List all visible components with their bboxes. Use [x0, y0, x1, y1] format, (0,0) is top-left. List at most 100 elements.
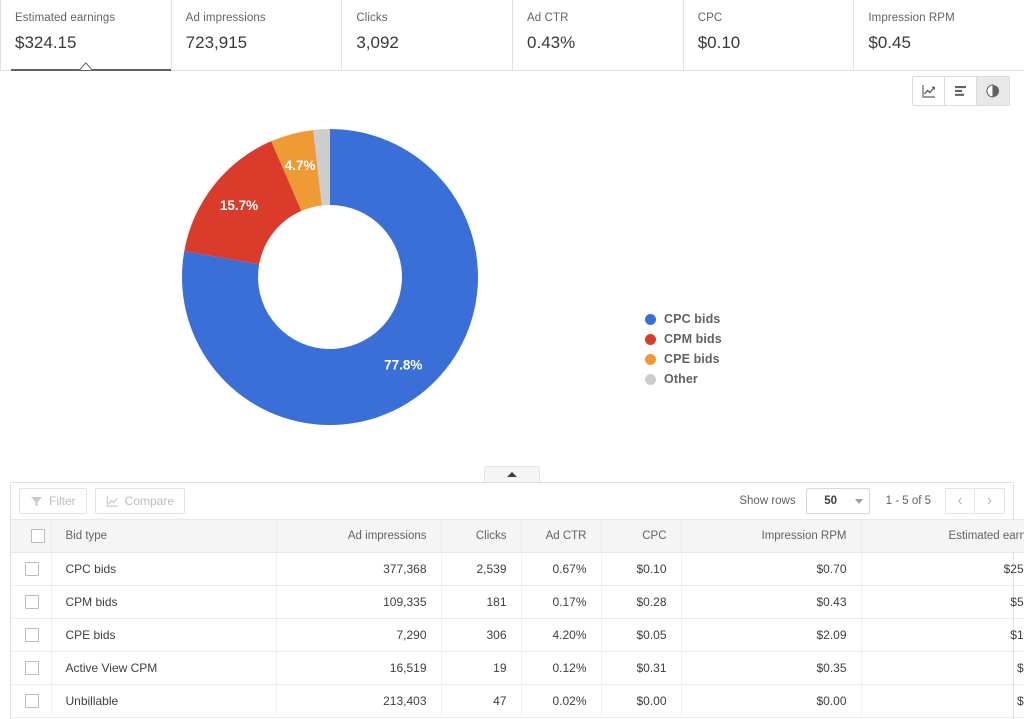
line-chart-icon — [921, 83, 937, 99]
table-row[interactable]: CPM bids109,3351810.17%$0.28$0.43$50.80 — [11, 586, 1024, 619]
column-header-2[interactable]: Clicks — [441, 520, 521, 553]
legend-color-swatch — [645, 334, 656, 345]
cell-rpm: $0.00 — [681, 685, 861, 718]
legend-color-swatch — [645, 374, 656, 385]
cell-cpc: $0.31 — [601, 652, 681, 685]
cell-impressions: 7,290 — [276, 619, 441, 652]
active-metric-notch — [79, 62, 93, 70]
cell-rpm: $0.70 — [681, 553, 861, 586]
row-checkbox[interactable] — [25, 694, 39, 708]
donut-chart-svg: 77.8%15.7%4.7% — [0, 99, 660, 459]
chevron-down-icon — [855, 499, 863, 504]
table-row[interactable]: Active View CPM16,519190.12%$0.31$0.35$5… — [11, 652, 1024, 685]
legend-item-3[interactable]: Other — [645, 369, 722, 389]
select-all-header — [11, 520, 51, 553]
table-row[interactable]: CPE bids7,2903064.20%$0.05$2.09$15.29 — [11, 619, 1024, 652]
bar-chart-toggle[interactable] — [945, 77, 977, 105]
collapse-bar — [0, 466, 1024, 482]
filter-icon — [30, 495, 43, 508]
table-toolbar: Filter Compare Show rows 50 1 - 5 of 5 ‹… — [11, 483, 1013, 519]
chevron-left-icon: ‹ — [957, 493, 962, 509]
cell-clicks: 2,539 — [441, 553, 521, 586]
table-head: Bid typeAd impressionsClicksAd CTRCPCImp… — [11, 520, 1024, 553]
metric-value: $324.15 — [15, 30, 157, 56]
column-header-3[interactable]: Ad CTR — [521, 520, 601, 553]
metric-card-3[interactable]: Ad CTR0.43% — [513, 0, 684, 70]
metric-value: 0.43% — [527, 30, 669, 56]
column-header-6[interactable]: Estimated earnings — [861, 520, 1024, 553]
row-checkbox[interactable] — [25, 628, 39, 642]
cell-impressions: 213,403 — [276, 685, 441, 718]
line-chart-toggle[interactable] — [913, 77, 945, 105]
cell-earnings: $252.13 — [861, 553, 1024, 586]
metric-label: Estimated earnings — [15, 10, 157, 26]
row-checkbox[interactable] — [25, 562, 39, 576]
metric-label: CPC — [698, 10, 840, 26]
metric-card-2[interactable]: Clicks3,092 — [342, 0, 513, 70]
cell-bid-type: Active View CPM — [51, 652, 276, 685]
metric-label: Clicks — [356, 10, 498, 26]
collapse-chart-handle[interactable] — [484, 466, 540, 482]
cell-cpc: $0.05 — [601, 619, 681, 652]
column-header-1[interactable]: Ad impressions — [276, 520, 441, 553]
metric-cards-row: Estimated earnings $324.15 Ad impressions7… — [0, 0, 1024, 71]
metric-card-5[interactable]: Impression RPM $0.45 — [854, 0, 1024, 70]
legend-item-1[interactable]: CPM bids — [645, 329, 722, 349]
previous-page-button[interactable]: ‹ — [945, 488, 975, 514]
cell-ctr: 0.02% — [521, 685, 601, 718]
cell-clicks: 306 — [441, 619, 521, 652]
metric-label: Impression RPM — [868, 10, 1010, 26]
bid-type-table: Bid typeAd impressionsClicksAd CTRCPCImp… — [11, 519, 1024, 718]
column-header-5[interactable]: Impression RPM — [681, 520, 861, 553]
compare-button[interactable]: Compare — [95, 488, 185, 514]
row-select-cell — [11, 652, 51, 685]
cell-cpc: $0.28 — [601, 586, 681, 619]
select-all-checkbox[interactable] — [31, 529, 45, 543]
cell-earnings: $5.93 — [861, 652, 1024, 685]
filter-label: Filter — [49, 494, 76, 508]
cell-rpm: $0.35 — [681, 652, 861, 685]
cell-ctr: 0.12% — [521, 652, 601, 685]
legend-color-swatch — [645, 314, 656, 325]
legend-item-0[interactable]: CPC bids — [645, 309, 722, 329]
row-checkbox[interactable] — [25, 595, 39, 609]
reports-page: Estimated earnings$324.15Ad impressions7… — [0, 0, 1024, 719]
pie-chart-icon — [985, 83, 1001, 99]
column-header-4[interactable]: CPC — [601, 520, 681, 553]
row-checkbox[interactable] — [25, 661, 39, 675]
chart-legend: CPC bidsCPM bidsCPE bidsOther — [645, 309, 722, 389]
metric-value: $0.10 — [698, 30, 840, 56]
rows-per-page-value: 50 — [807, 495, 855, 507]
data-table-panel: Filter Compare Show rows 50 1 - 5 of 5 ‹… — [10, 482, 1014, 719]
table-row[interactable]: CPC bids377,3682,5390.67%$0.10$0.70$252.… — [11, 553, 1024, 586]
bar-chart-icon — [953, 83, 969, 99]
cell-ctr: 0.67% — [521, 553, 601, 586]
metric-card-4[interactable]: CPC $0.10 — [684, 0, 855, 70]
cell-earnings: $0.00 — [861, 685, 1024, 718]
cell-ctr: 0.17% — [521, 586, 601, 619]
chart-type-toggle-group[interactable] — [912, 76, 1010, 106]
metric-card-1[interactable]: Ad impressions723,915 — [172, 0, 343, 70]
filter-button[interactable]: Filter — [19, 488, 87, 514]
donut-chart: 77.8%15.7%4.7% — [0, 99, 660, 459]
table-body: CPC bids377,3682,5390.67%$0.10$0.70$252.… — [11, 553, 1024, 718]
metric-card-0[interactable]: Estimated earnings $324.15 — [0, 0, 172, 70]
cell-bid-type: CPC bids — [51, 553, 276, 586]
rows-per-page-select[interactable]: 50 — [806, 488, 870, 514]
next-page-button[interactable]: › — [975, 488, 1005, 514]
cell-impressions: 377,368 — [276, 553, 441, 586]
pie-chart-toggle[interactable] — [977, 77, 1009, 105]
compare-label: Compare — [125, 494, 174, 508]
table-row[interactable]: Unbillable213,403470.02%$0.00$0.00$0.00 — [11, 685, 1024, 718]
cell-bid-type: CPE bids — [51, 619, 276, 652]
cell-clicks: 47 — [441, 685, 521, 718]
cell-rpm: $0.43 — [681, 586, 861, 619]
row-select-cell — [11, 619, 51, 652]
metric-value: $0.45 — [868, 30, 1010, 56]
table-header-row: Bid typeAd impressionsClicksAd CTRCPCImp… — [11, 520, 1024, 553]
legend-item-2[interactable]: CPE bids — [645, 349, 722, 369]
column-header-0[interactable]: Bid type — [51, 520, 276, 553]
donut-slice-label-1: 15.7% — [220, 198, 258, 213]
cell-earnings: $50.80 — [861, 586, 1024, 619]
compare-line-chart-icon — [106, 495, 119, 508]
